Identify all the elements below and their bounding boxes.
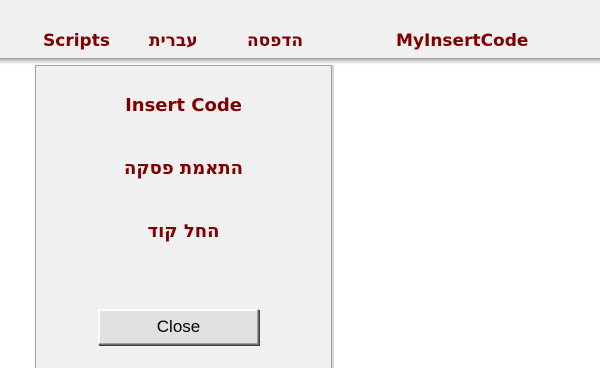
close-button[interactable]: Close	[98, 309, 259, 345]
menu-bar: Scripts עברית הדפסה MyInsertCode	[0, 0, 600, 58]
start-code-item[interactable]: החל קוד	[36, 221, 331, 243]
scripts-dropdown-panel: Insert Code התאמת פסקה החל קוד Close	[35, 65, 332, 368]
insert-code-item[interactable]: Insert Code	[36, 95, 331, 117]
menu-bar-shadow	[0, 58, 600, 65]
menu-item-myinsertcode[interactable]: MyInsertCode	[396, 31, 528, 51]
paragraph-fit-item[interactable]: התאמת פסקה	[36, 158, 331, 180]
menu-item-print[interactable]: הדפסה	[247, 31, 303, 51]
menu-item-hebrew[interactable]: עברית	[149, 31, 198, 51]
menu-item-scripts[interactable]: Scripts	[43, 31, 110, 51]
